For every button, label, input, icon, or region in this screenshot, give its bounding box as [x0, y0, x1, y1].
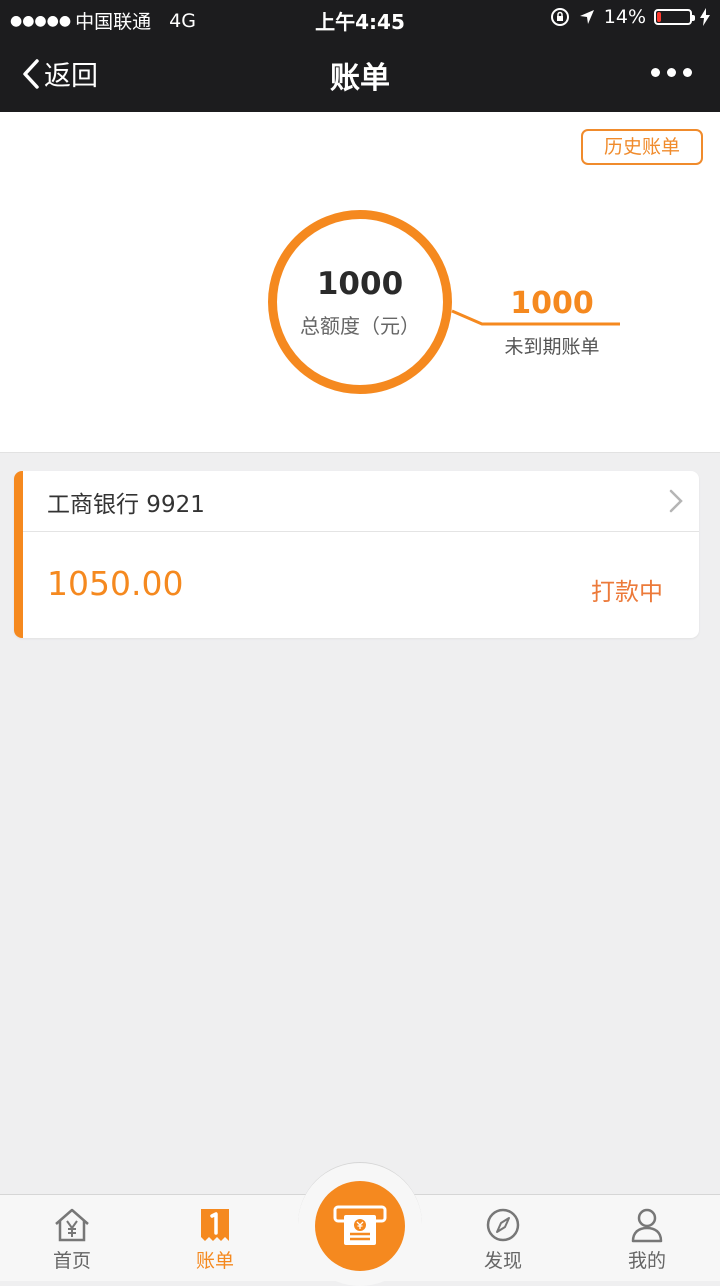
card-accent-bar — [14, 471, 23, 638]
tab-bills-label: 账单 — [195, 1250, 234, 1272]
bill-icon — [201, 1209, 229, 1241]
battery-percent: 14% — [603, 6, 646, 28]
bank-account-name: 工商银行 9921 — [47, 492, 205, 518]
chevron-right-icon — [669, 489, 683, 513]
tab-home-label: 首页 — [52, 1250, 91, 1272]
charging-bolt-icon — [700, 8, 710, 26]
bill-amount: 1050.00 — [47, 564, 184, 603]
compass-icon — [486, 1208, 520, 1242]
tab-discover[interactable]: 发现 — [448, 1206, 558, 1273]
undue-bill-label: 未到期账单 — [504, 336, 600, 358]
more-options-icon[interactable] — [651, 68, 692, 77]
status-bar: ●●●●● 中国联通 4G 上午4:45 14% — [0, 0, 720, 36]
bill-card[interactable]: 工商银行 9921 1050.00 打款中 — [14, 471, 699, 638]
total-credit-value: 1000 — [316, 266, 404, 302]
tab-mine-label: 我的 — [627, 1250, 666, 1272]
location-arrow-icon — [579, 10, 594, 24]
page-title: 账单 — [330, 61, 390, 96]
cash-withdraw-icon — [333, 1205, 387, 1245]
rotation-lock-icon — [550, 8, 569, 26]
bill-card-header[interactable]: 工商银行 9921 — [23, 471, 699, 532]
total-credit-label: 总额度（元） — [300, 314, 420, 338]
undue-bill-value: 1000 — [510, 286, 594, 321]
status-right: 14% — [550, 6, 710, 28]
tab-mine[interactable]: 我的 — [592, 1206, 702, 1273]
total-credit-ring — [268, 210, 452, 394]
withdraw-cash-button[interactable] — [315, 1181, 405, 1271]
home-yen-icon — [55, 1208, 89, 1242]
credit-summary: 历史账单 1000 总额度（元） 1000 未到期账单 — [0, 112, 720, 453]
nav-bar: 返回 账单 — [0, 36, 720, 112]
battery-icon — [654, 9, 695, 25]
tab-bills[interactable]: 账单 — [160, 1206, 270, 1273]
tab-discover-label: 发现 — [483, 1250, 522, 1272]
bill-status: 打款中 — [591, 578, 663, 606]
user-icon — [631, 1208, 663, 1243]
battery-level — [657, 12, 661, 22]
tab-home[interactable]: 首页 — [17, 1206, 127, 1273]
